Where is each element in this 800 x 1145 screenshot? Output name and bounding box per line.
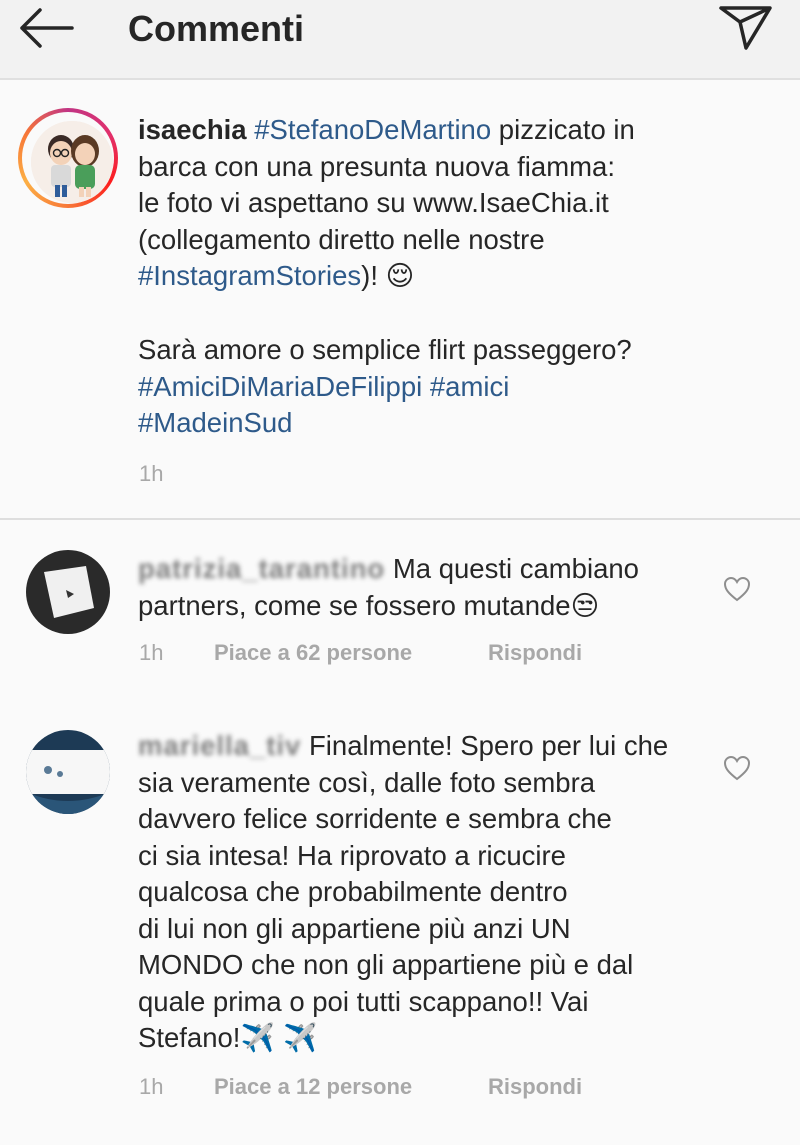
avatar-photo-icon	[26, 730, 110, 814]
hashtag-link[interactable]: #amici	[430, 371, 509, 402]
reply-button[interactable]: Rispondi	[488, 640, 582, 666]
avatar-image	[31, 121, 113, 203]
unamused-emoji-icon: 😒	[570, 589, 600, 622]
top-bar: Commenti	[0, 0, 800, 80]
relieved-emoji-icon: 😌	[385, 260, 415, 292]
reply-button[interactable]: Rispondi	[488, 1074, 582, 1100]
caption-username[interactable]: isaechia	[138, 114, 247, 145]
comment-time: 1h	[139, 640, 164, 665]
comment-avatar[interactable]	[26, 730, 110, 814]
like-button[interactable]	[722, 574, 752, 604]
page-title: Commenti	[128, 8, 305, 49]
paper-plane-icon	[719, 6, 772, 50]
comment-username[interactable]: patrizia_tarantino	[138, 551, 385, 588]
back-button[interactable]	[16, 6, 76, 50]
caption-question: Sarà amore o semplice flirt passeggero?	[138, 334, 632, 365]
comment-text: mariella_tiv Finalmente! Spero per lui c…	[138, 728, 778, 1057]
airplane-emoji-icon: ✈️ ✈️	[240, 1022, 318, 1054]
arrow-left-icon	[20, 8, 74, 48]
caption-text-2: Sarà amore o semplice flirt passeggero? …	[138, 332, 778, 442]
comment-avatar[interactable]	[26, 550, 110, 634]
caption-divider	[0, 518, 800, 520]
hashtag-link[interactable]: #MadeinSud	[138, 407, 292, 438]
caption-avatar[interactable]	[18, 108, 118, 208]
comment-body: Finalmente! Spero per lui che sia verame…	[138, 730, 669, 1053]
caption-body: )!	[361, 260, 386, 291]
cartoon-couple-icon	[31, 121, 113, 203]
comment-text: patrizia_tarantino Ma questi cambiano pa…	[138, 551, 778, 624]
avatar-photo-icon	[26, 550, 110, 634]
share-button[interactable]	[718, 4, 774, 52]
caption-time: 1h	[139, 461, 164, 486]
heart-outline-icon	[723, 755, 751, 781]
hashtag-link[interactable]: #StefanoDeMartino	[254, 114, 491, 145]
comment-username[interactable]: mariella_tiv	[138, 728, 301, 765]
hashtag-link[interactable]: #InstagramStories	[138, 260, 361, 291]
hashtag-link[interactable]: #AmiciDiMariaDeFilippi	[138, 371, 422, 402]
like-button[interactable]	[722, 753, 752, 783]
heart-outline-icon	[723, 576, 751, 602]
likes-count-link[interactable]: Piace a 12 persone	[214, 1074, 412, 1100]
caption-text: isaechia #StefanoDeMartino pizzicato in …	[138, 112, 778, 295]
likes-count-link[interactable]: Piace a 62 persone	[214, 640, 412, 666]
comment-time: 1h	[139, 1074, 164, 1099]
